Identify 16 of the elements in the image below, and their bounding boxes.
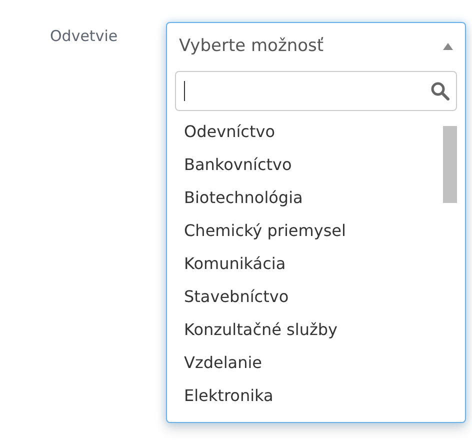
field-label: Odvetvie — [50, 26, 119, 47]
dropdown-option[interactable]: Chemický priemysel — [167, 214, 465, 247]
caret-icon — [443, 42, 453, 50]
dropdown-option[interactable]: Elektronika — [167, 379, 465, 412]
dropdown-option[interactable]: Odevníctvo — [167, 115, 465, 148]
dropdown-option[interactable]: Stavebníctvo — [167, 280, 465, 313]
scrollbar-thumb[interactable] — [443, 126, 457, 203]
select-placeholder: Vyberte možnosť — [179, 36, 324, 56]
dropdown-option[interactable]: Komunikácia — [167, 247, 465, 280]
search-field[interactable] — [175, 71, 457, 111]
select-dropdown[interactable]: Vyberte možnosť Odevníctvo Bankovníctvo Biotechnológia Chemický priemysel Komunikácia Stavebníctvo Konzultačné služby Vzdelanie Elektronika — [166, 22, 466, 423]
dropdown-option[interactable]: Vzdelanie — [167, 346, 465, 379]
dropdown-option[interactable]: Konzultačné služby — [167, 313, 465, 346]
dropdown-option[interactable]: Bankovníctvo — [167, 148, 465, 181]
search-icon — [430, 81, 450, 101]
dropdown-option[interactable]: Biotechnológia — [167, 181, 465, 214]
